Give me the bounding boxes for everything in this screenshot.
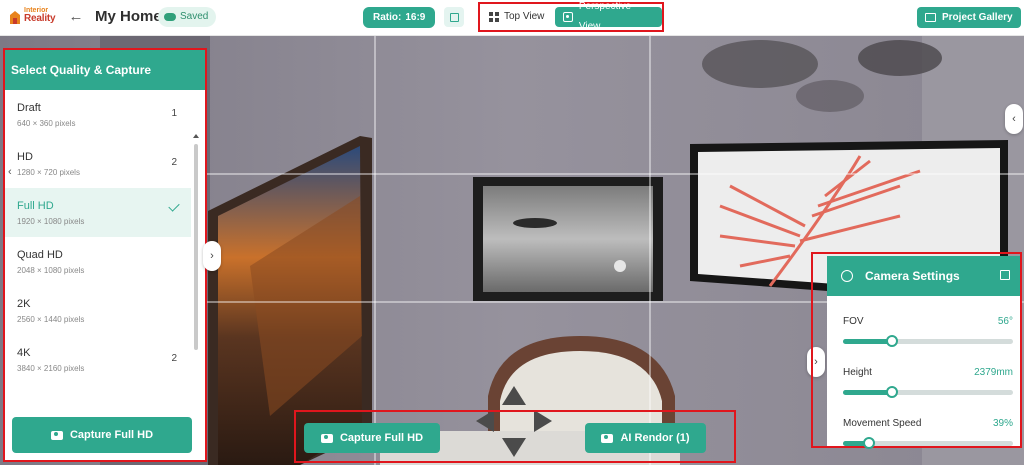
slider-handle[interactable] [886,386,899,398]
camera-settings-title: Camera Settings [865,269,960,283]
back-arrow-icon[interactable]: ← [68,9,84,25]
chevron-left-icon[interactable]: ‹ [8,166,12,178]
slider-track[interactable] [843,437,1013,449]
quality-pixels: 2560 × 1440 pixels [17,315,85,324]
top-view-button[interactable]: Top View [489,8,544,26]
project-gallery-button[interactable]: Project Gallery [917,7,1021,28]
quality-item-draft[interactable]: Draft 640 × 360 pixels 1 [5,90,191,139]
project-title[interactable]: My Home [95,8,162,26]
quality-pixels: 1280 × 720 pixels [17,168,80,177]
check-icon [168,200,180,212]
quality-item-hd[interactable]: HD 1280 × 720 pixels 2 [5,139,191,188]
perspective-view-label: Perspective View [578,1,632,32]
slider-value: 39% [992,418,1013,429]
quality-name: 2K [17,298,31,310]
quality-count: 2 [171,353,177,364]
slider-value: 2379mm [974,367,1013,378]
camera-settings-panel: Camera Settings FOV 56° Height 2379mm Mo… [811,252,1022,449]
capture-actions-group: Capture Full HD AI Rendor (1) [294,410,736,463]
slider-handle[interactable] [862,437,875,449]
quality-count: 2 [171,157,177,168]
project-gallery-label: Project Gallery [942,12,1013,23]
ratio-label: Ratio: [373,12,402,23]
cloud-check-icon [164,13,176,21]
quality-list: Draft 640 × 360 pixels 1 HD 1280 × 720 p… [5,90,205,405]
ratio-button[interactable]: Ratio: 16:9 [363,7,436,28]
slider-track[interactable] [843,335,1013,347]
quality-pixels: 3840 × 2160 pixels [17,364,85,373]
slider-value: 56° [997,316,1013,327]
quality-list-scrollbar[interactable] [194,144,198,350]
slider-fill [843,390,893,395]
sun-icon [841,270,853,282]
perspective-view-button[interactable]: Perspective View [555,1,662,32]
slider-label: FOV [843,316,864,327]
ai-render-button[interactable]: AI Rendor (1) [585,423,706,453]
quality-name: Quad HD [17,249,63,261]
fit-frame-button[interactable] [444,7,464,27]
view-mode-group: Top View Perspective View [478,1,664,32]
quality-pixels: 640 × 360 pixels [17,119,76,128]
slider-track[interactable] [843,386,1013,398]
quality-item-quad-hd[interactable]: Quad HD 2048 × 1080 pixels [5,237,191,286]
quality-panel-title: Select Quality & Capture [5,50,205,90]
bottom-capture-label: Capture Full HD [339,432,424,444]
focus-camera-icon [563,12,573,22]
top-view-label: Top View [504,11,545,22]
slider-fill [843,339,893,344]
left-panel-toggle-icon[interactable]: › [203,241,221,271]
scroll-up-icon[interactable] [193,134,199,138]
camera-settings-header: Camera Settings [827,256,1020,296]
ratio-value: 16:9 [405,12,426,23]
quality-pixels: 1920 × 1080 pixels [17,217,85,226]
camera-icon [50,430,63,440]
quality-pixels: 2048 × 1080 pixels [17,266,85,275]
slider-label: Movement Speed [843,418,922,429]
quality-name: Draft [17,102,41,114]
camera-settings-body: FOV 56° Height 2379mm Movement Speed 39% [827,296,1020,449]
quality-capture-panel: Select Quality & Capture Draft 640 × 360… [3,48,207,462]
top-bar: Interior Reality ← My Home Saved Ratio: 1… [0,0,1024,36]
quality-name: Full HD [17,200,54,212]
saved-status-badge: Saved [158,7,217,27]
saved-label: Saved [180,11,209,22]
capture-full-hd-button[interactable]: Capture Full HD [12,417,192,453]
camera-icon [320,433,333,443]
bottom-capture-full-hd-button[interactable]: Capture Full HD [304,423,440,453]
quality-item-4k[interactable]: 4K 3840 × 2160 pixels 2 [5,335,191,384]
camera-icon [601,433,614,443]
external-link-icon[interactable] [1000,270,1010,280]
capture-button-label: Capture Full HD [69,429,154,441]
slider-handle[interactable] [886,335,899,347]
quality-count: 1 [171,108,177,119]
quality-item-2k[interactable]: 2K 2560 × 1440 pixels [5,286,191,335]
quality-name: HD [17,151,33,163]
app-logo[interactable]: Interior Reality [8,6,56,30]
grid-icon [489,12,499,22]
quality-item-full-hd[interactable]: Full HD 1920 × 1080 pixels [5,188,191,237]
quality-name: 4K [17,347,31,359]
frame-icon [449,12,459,22]
slider-label: Height [843,367,872,378]
ai-render-label: AI Rendor (1) [620,432,690,444]
right-panel-toggle-icon[interactable]: ‹ [1005,104,1023,134]
logo-text-bottom: Reality [24,13,56,24]
logo-mark-icon [10,11,20,24]
gallery-icon [925,13,936,22]
